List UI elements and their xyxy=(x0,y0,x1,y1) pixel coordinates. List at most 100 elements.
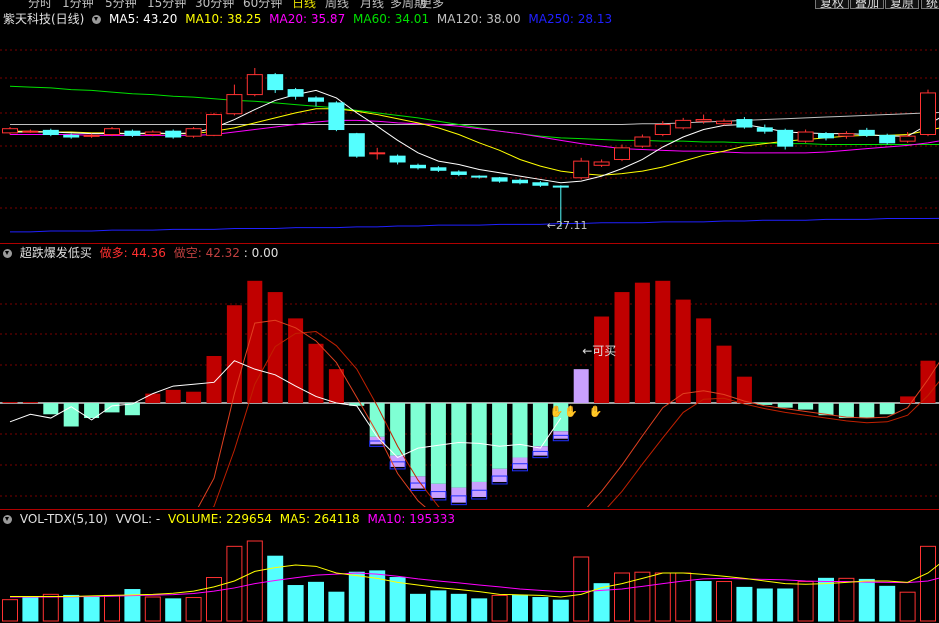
volume-bar xyxy=(818,577,834,622)
candle-body xyxy=(471,175,488,178)
price-legend: 紫天科技(日线) MA5: 43.20 MA10: 38.25 MA20: 35… xyxy=(3,12,616,26)
volume-bar xyxy=(185,597,202,622)
candle-body xyxy=(410,164,426,169)
indicator-bar xyxy=(410,403,426,477)
indicator-bar xyxy=(430,403,446,484)
candle-body xyxy=(450,171,467,175)
chevron-down-icon[interactable] xyxy=(92,15,102,24)
period-tab[interactable]: 月线 xyxy=(360,0,384,9)
indicator-bar xyxy=(573,369,589,403)
period-tab[interactable]: 30分钟 xyxy=(195,0,234,9)
candle-body xyxy=(838,133,855,137)
volume-bar xyxy=(899,591,916,622)
indicator-bar xyxy=(165,389,181,403)
indicator-bar xyxy=(634,282,650,403)
indicator-bar xyxy=(675,299,691,403)
volume-bar xyxy=(716,581,732,622)
vvol-label: VVOL: - xyxy=(115,512,161,526)
candle-body xyxy=(777,129,794,147)
indicator-bar xyxy=(655,280,671,403)
candle-body xyxy=(695,119,712,122)
indicator-bar xyxy=(798,403,814,410)
candle-body xyxy=(2,128,18,134)
overlay-button[interactable]: 叠加 xyxy=(850,0,885,9)
panel-divider xyxy=(0,243,939,244)
volume-bar xyxy=(165,598,182,622)
indicator-bar xyxy=(451,403,467,488)
vol-ma5-label: MA5: 264118 xyxy=(279,512,360,526)
volume-label: VOLUME: 229654 xyxy=(168,512,272,526)
candle-body xyxy=(430,167,447,171)
volume-bar xyxy=(410,593,426,622)
indicator-bar xyxy=(226,305,242,403)
pointing-hand-icon: ✋ xyxy=(550,405,564,418)
candle-body xyxy=(328,102,345,131)
candle-body xyxy=(573,160,590,179)
chevron-down-icon[interactable] xyxy=(3,249,12,258)
period-tab[interactable]: 60分钟 xyxy=(243,0,282,9)
period-tab[interactable]: 5分钟 xyxy=(105,0,137,9)
buy-signal-marker: ←可买 xyxy=(582,344,616,358)
ma20-label: MA20: 35.87 xyxy=(269,12,346,26)
candle-body xyxy=(491,177,508,182)
candle-body xyxy=(797,131,814,142)
indicator-bar-tail xyxy=(451,487,467,503)
candle-body xyxy=(165,130,182,138)
volume-bar xyxy=(471,598,488,622)
chevron-down-icon[interactable] xyxy=(3,515,12,524)
indicator-bar-tail xyxy=(512,457,528,469)
volume-bar xyxy=(42,593,59,622)
candle-body xyxy=(185,128,202,137)
volume-bar xyxy=(450,593,467,622)
ma120-label: MA120: 38.00 xyxy=(436,12,521,26)
restore-button[interactable]: 复原 xyxy=(885,0,920,9)
ma5-label: MA5: 43.20 xyxy=(109,12,178,26)
candle-body xyxy=(308,97,324,102)
candle-body xyxy=(63,134,80,138)
indicator-bar xyxy=(920,360,936,403)
indicator-bar xyxy=(859,403,875,419)
period-tab[interactable]: 15分钟 xyxy=(147,0,186,9)
volume-bar xyxy=(246,540,263,622)
indicator-bar xyxy=(471,403,487,482)
volume-chart[interactable] xyxy=(0,528,939,623)
period-tab[interactable]: 分时 xyxy=(28,0,52,9)
indicator-bar xyxy=(186,391,202,403)
candle-body xyxy=(756,127,773,132)
volume-bar xyxy=(838,577,855,622)
volume-bar xyxy=(83,595,100,622)
indicator-chart[interactable]: ✋ ✋ ✋←可买 xyxy=(0,262,939,507)
candle-body xyxy=(879,134,896,144)
volume-bar xyxy=(328,591,345,622)
short-label: 做空: 42.32 xyxy=(173,246,240,260)
more-button[interactable]: 统 xyxy=(921,0,939,9)
indicator-bar xyxy=(492,403,508,469)
pointing-hand-icon: ✋ xyxy=(588,405,602,418)
candle-body xyxy=(858,129,875,136)
extra-label: : 0.00 xyxy=(243,246,279,260)
candle-body xyxy=(920,92,936,136)
volume-bar xyxy=(104,594,120,622)
volume-bar xyxy=(573,556,590,622)
volume-bar xyxy=(920,545,936,622)
period-tab[interactable]: 1分钟 xyxy=(62,0,94,9)
price-chart[interactable]: ←27.11 xyxy=(0,28,939,243)
candle-body xyxy=(634,136,651,147)
volume-bar xyxy=(879,585,896,622)
indicator-bar xyxy=(838,403,854,419)
candle-body xyxy=(124,130,141,136)
replay-button[interactable]: 复权 xyxy=(815,0,850,9)
volume-bar xyxy=(654,572,671,622)
ma60-label: MA60: 34.01 xyxy=(353,12,430,26)
candle-body xyxy=(675,119,692,129)
indicator-bar xyxy=(614,292,630,403)
indicator-bar xyxy=(206,356,222,403)
candle-body xyxy=(83,134,100,137)
low-price-marker: ←27.11 xyxy=(547,219,588,232)
period-tab[interactable]: 日线 xyxy=(292,0,316,9)
volume-bar xyxy=(736,586,753,622)
period-tab[interactable]: 周线 xyxy=(325,0,349,9)
indicator-bar xyxy=(369,403,385,437)
candle-body xyxy=(614,147,630,160)
period-tab[interactable]: 更多 xyxy=(420,0,444,9)
